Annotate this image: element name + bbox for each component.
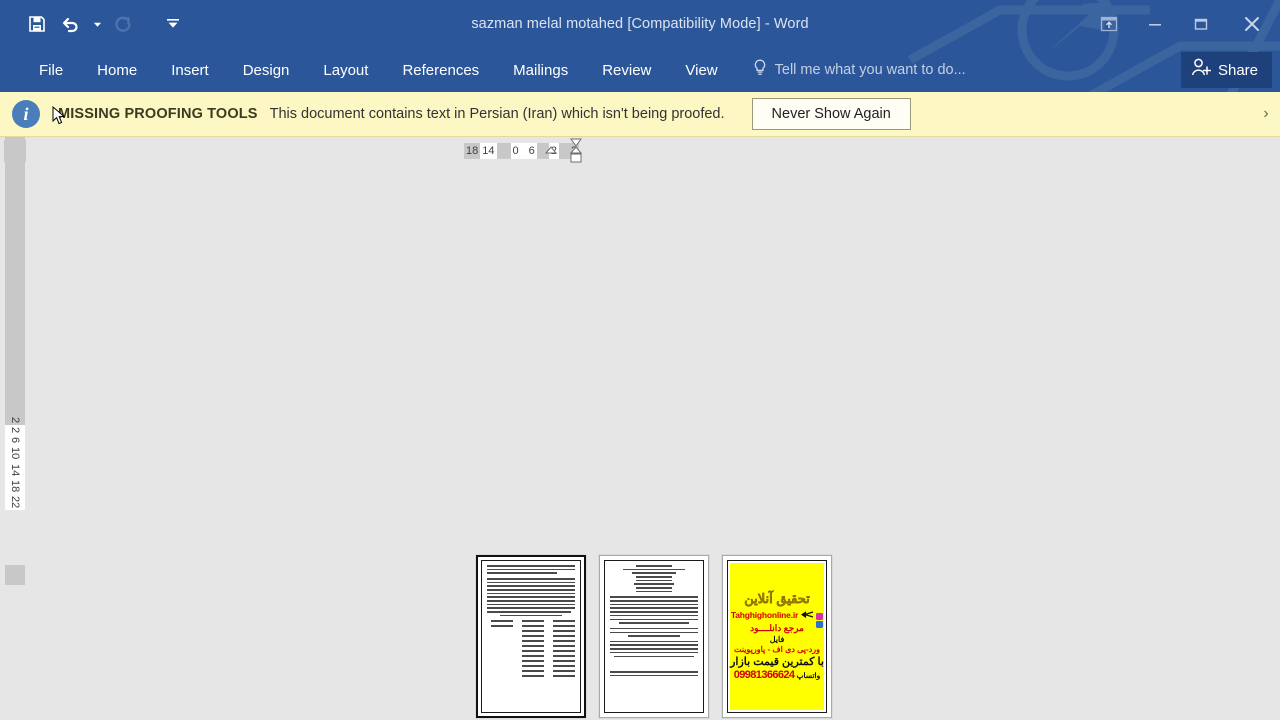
- page-2-paragraph-2: [610, 627, 698, 637]
- undo-dropdown-icon[interactable]: [88, 7, 106, 41]
- document-page-1[interactable]: [476, 555, 586, 718]
- hruler-seg-2: [496, 143, 511, 159]
- page-2-paragraph-3: [610, 640, 698, 658]
- ribbon-tab-bar: File Home Insert Design Layout Reference…: [0, 48, 1280, 92]
- vruler-seg-6: 22: [5, 494, 25, 511]
- share-label: Share: [1217, 61, 1258, 79]
- ad-phone-number: 09981366624: [733, 669, 795, 682]
- hruler-seg-8: 2: [568, 143, 579, 159]
- ad-line-3: ورد-پی دی اف - پاورپوینت: [734, 645, 820, 655]
- page-1-paragraph-1: [487, 565, 575, 574]
- whatsapp-icon: [816, 615, 824, 629]
- tab-layout[interactable]: Layout: [306, 56, 385, 85]
- message-bar: i MISSING PROOFING TOOLS This document c…: [0, 92, 1280, 137]
- vruler-seg-1: 2: [5, 425, 25, 436]
- hruler-seg-1: 14: [480, 143, 497, 159]
- document-page-2[interactable]: [599, 555, 709, 718]
- quick-access-toolbar: [0, 7, 190, 41]
- info-icon: i: [12, 100, 40, 128]
- message-bar-text: This document contains text in Persian (…: [269, 106, 725, 122]
- vertical-ruler[interactable]: 2 2 6 10 14 18 22: [5, 415, 25, 511]
- ad-whatsapp-label: واتساپ: [796, 671, 821, 681]
- tell-me-placeholder: Tell me what you want to do...: [774, 62, 966, 78]
- vruler-seg-2: 6: [5, 435, 25, 446]
- horizontal-ruler[interactable]: 18 14 0 6 2 2: [464, 143, 579, 159]
- page-1-three-column-list: [487, 620, 575, 680]
- lightbulb-icon: [753, 59, 767, 81]
- hruler-seg-7: [558, 143, 569, 159]
- hruler-seg-0: 18: [464, 143, 481, 159]
- arrow-left-icon: [800, 610, 814, 620]
- message-bar-heading: MISSING PROOFING TOOLS: [58, 106, 258, 122]
- hruler-seg-5: [536, 143, 549, 159]
- page-2-header-block: [610, 565, 698, 593]
- share-button[interactable]: Share: [1180, 52, 1272, 88]
- hruler-seg-3: 0: [510, 143, 521, 159]
- ribbon-display-options-icon[interactable]: [1086, 0, 1132, 48]
- ad-line-1: مرجع دانلــــود: [750, 623, 804, 634]
- vertical-ruler-top-margin: [5, 137, 25, 415]
- page-2-paragraph-4: [610, 671, 698, 677]
- tab-file[interactable]: File: [22, 56, 80, 85]
- page-3-content: تحقیق آنلاین Tahghighonline.ir مرجع دانل…: [727, 560, 827, 713]
- vruler-seg-3: 10: [5, 445, 25, 462]
- title-bar: sazman melal motahed [Compatibility Mode…: [0, 0, 1280, 48]
- hruler-seg-6: 2: [548, 143, 559, 159]
- document-page-3[interactable]: تحقیق آنلاین Tahghighonline.ir مرجع دانل…: [722, 555, 832, 718]
- ad-website: Tahghighonline.ir: [730, 609, 799, 620]
- customize-quick-access-icon[interactable]: [156, 7, 190, 41]
- ad-line-2: فایل: [769, 635, 785, 645]
- ad-site-row: Tahghighonline.ir: [730, 607, 824, 629]
- ad-line-4: با کمترین قیمت بازار: [730, 656, 824, 669]
- page-1-content: [481, 560, 581, 713]
- list-column-2: [518, 620, 544, 680]
- telegram-icon: [816, 607, 824, 621]
- tell-me-box[interactable]: Tell me what you want to do...: [753, 59, 966, 81]
- page-thumbnails: تحقیق آنلاین Tahghighonline.ir مرجع دانل…: [476, 555, 832, 718]
- list-column-1: [549, 620, 575, 680]
- page-1-paragraph-2: [487, 577, 575, 617]
- close-icon[interactable]: [1224, 0, 1280, 48]
- restore-icon[interactable]: [1178, 0, 1224, 48]
- share-person-icon: [1191, 58, 1212, 82]
- message-bar-close-icon[interactable]: ›: [1256, 105, 1276, 123]
- tab-review[interactable]: Review: [585, 56, 668, 85]
- tab-view[interactable]: View: [668, 56, 734, 85]
- never-show-again-button[interactable]: Never Show Again: [751, 98, 911, 130]
- list-column-3: [487, 620, 513, 680]
- vertical-ruler-bottom-margin: [5, 565, 25, 585]
- page-2-content: [604, 560, 704, 713]
- vruler-seg-5: 18: [5, 477, 25, 495]
- vruler-seg-4: 14: [5, 461, 25, 478]
- tab-mailings[interactable]: Mailings: [496, 56, 585, 85]
- ribbon-tabs: File Home Insert Design Layout Reference…: [0, 56, 735, 85]
- hruler-seg-4: 6: [520, 143, 537, 159]
- ad-contact-row: واتساپ 09981366624: [734, 669, 821, 681]
- tab-design[interactable]: Design: [226, 56, 307, 85]
- redo-icon: [106, 7, 140, 41]
- tab-home[interactable]: Home: [80, 56, 154, 85]
- window-controls: [1086, 0, 1280, 48]
- undo-icon[interactable]: [54, 7, 88, 41]
- save-icon[interactable]: [20, 7, 54, 41]
- page-2-paragraph-1: [610, 596, 698, 624]
- tab-references[interactable]: References: [385, 56, 496, 85]
- tab-insert[interactable]: Insert: [154, 56, 226, 85]
- minimize-icon[interactable]: [1132, 0, 1178, 48]
- ad-title: تحقیق آنلاین: [744, 590, 810, 606]
- ad-social-icons: [816, 607, 824, 629]
- advertisement: تحقیق آنلاین Tahghighonline.ir مرجع دانل…: [730, 563, 824, 710]
- document-workspace: 18 14 0 6 2 2 2 2 6 10 14 18 22 تحقیق آن…: [0, 137, 1280, 720]
- vruler-seg-0: 2: [5, 415, 25, 426]
